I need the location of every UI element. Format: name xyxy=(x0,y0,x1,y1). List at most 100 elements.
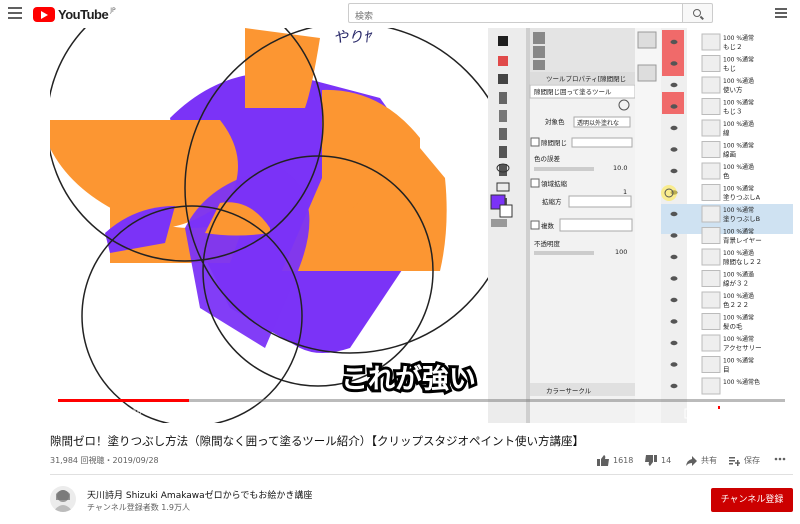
progress-fill xyxy=(58,399,189,402)
theater-mode-icon[interactable] xyxy=(750,406,764,420)
logo-text: YouTube xyxy=(58,6,109,22)
eye-icon xyxy=(670,211,678,217)
subtitles-icon[interactable] xyxy=(684,406,698,420)
layer-thumbnail xyxy=(701,98,721,115)
layer-name: 線画 xyxy=(723,150,736,159)
layer-thumbnail xyxy=(701,119,721,137)
layer-thumbnail xyxy=(701,291,721,309)
scale-method-label: 拡縮方 xyxy=(542,197,562,206)
next-icon[interactable] xyxy=(88,406,100,420)
eye-icon xyxy=(670,297,678,303)
layer-thumbnail xyxy=(701,313,721,330)
like-button[interactable]: 1618 xyxy=(597,455,633,466)
layer-mode: 100 %通常色 xyxy=(723,378,760,386)
layer-mode: 100 %通常 xyxy=(723,99,754,107)
eye-icon xyxy=(670,104,678,109)
thumb-down-icon xyxy=(645,455,657,466)
search-button[interactable] xyxy=(683,3,713,23)
layer-mode: 100 %通常 xyxy=(723,34,754,42)
layer-thumbnail xyxy=(701,205,721,223)
layer-thumbnail xyxy=(701,356,721,373)
eye-icon xyxy=(670,82,678,88)
video-frame: やりﾔ ツールプロパティ[隙間閉じ 隙間閉じ囲って塗るツール 対象色 透明以外塗… xyxy=(50,28,793,423)
layer-name: もじ xyxy=(723,65,736,73)
layer-name: 背景レイヤー xyxy=(723,236,762,245)
channel-avatar[interactable] xyxy=(50,486,76,512)
opacity-value: 100 xyxy=(615,248,627,256)
like-count: 1618 xyxy=(613,456,634,465)
target-color-label: 対象色 xyxy=(545,117,565,126)
search-icon xyxy=(693,9,701,17)
share-label: 共有 xyxy=(701,456,717,465)
layer-name: 塗りつぶしA xyxy=(723,193,761,202)
youtube-logo[interactable]: YouTube JP xyxy=(33,5,116,23)
layer-mode: 100 %通常 xyxy=(723,228,754,236)
volume-icon[interactable] xyxy=(108,406,122,420)
multi-label: 複数 xyxy=(541,221,555,230)
color-circle-tab: カラーサークル xyxy=(546,387,592,395)
dislike-button[interactable]: 14 xyxy=(645,455,671,466)
eye-icon xyxy=(670,147,678,152)
layer-name: アクセサリー xyxy=(723,344,762,352)
layer-thumbnail xyxy=(701,227,721,244)
play-icon[interactable] xyxy=(64,406,76,420)
dislike-count: 14 xyxy=(661,456,672,465)
share-button[interactable]: 共有 xyxy=(686,455,717,466)
layer-mode: 100 %通過 xyxy=(723,120,754,128)
layer-thumbnail xyxy=(701,33,721,51)
thumb-up-icon xyxy=(597,455,609,466)
player-controls: 2:16 / 12:21 xyxy=(50,398,793,423)
eye-icon xyxy=(670,383,678,389)
tool-name: 隙間閉じ囲って塗るツール xyxy=(534,87,612,96)
search-box[interactable] xyxy=(348,3,683,26)
layer-mode: 100 %通常 xyxy=(723,335,754,343)
layer-mode: 100 %通常 xyxy=(723,185,754,193)
layer-mode: 100 %通常 xyxy=(723,56,754,64)
layer-thumbnail xyxy=(701,334,721,352)
fullscreen-icon[interactable] xyxy=(772,406,786,420)
settings-icon[interactable] xyxy=(706,406,720,420)
save-label: 保存 xyxy=(744,456,760,465)
miniplayer-icon[interactable] xyxy=(728,406,742,420)
video-player[interactable]: やりﾔ ツールプロパティ[隙間閉じ 隙間閉じ囲って塗るツール 対象色 透明以外塗… xyxy=(50,28,793,423)
layer-name: 色２２２ xyxy=(723,300,749,309)
channel-name[interactable]: 天川詩月 Shizuki Amakawaゼロからでもお絵かき講座 xyxy=(87,488,312,501)
layer-name: 色 xyxy=(723,171,730,180)
layer-mode: 100 %通常 xyxy=(723,142,754,150)
layer-name: 隙間なし２２ xyxy=(723,257,762,266)
color-margin-label: 色の誤差 xyxy=(534,154,561,163)
layer-mode: 100 %通常 xyxy=(723,357,754,365)
more-actions-icon[interactable] xyxy=(774,457,786,461)
area-scale-value: 1 xyxy=(623,188,627,196)
progress-bar[interactable] xyxy=(58,399,785,402)
playlist-add-icon xyxy=(729,456,740,466)
layer-mode: 100 %通過 xyxy=(723,271,754,279)
layer-name: もじ２ xyxy=(723,43,743,51)
layer-name: 目 xyxy=(723,366,730,374)
layer-name: もじ３ xyxy=(723,108,743,116)
layer-mode: 100 %通過 xyxy=(723,77,754,85)
layer-thumbnail xyxy=(701,162,721,180)
layer-mode: 100 %通常 xyxy=(723,314,754,322)
opacity-label: 不透明度 xyxy=(534,239,561,248)
subscribe-button[interactable]: チャンネル登録 xyxy=(711,488,793,512)
layer-thumbnail xyxy=(701,76,721,94)
settings-menu-icon[interactable] xyxy=(775,8,787,18)
layer-mode: 100 %通過 xyxy=(723,292,754,300)
layer-thumbnail xyxy=(701,141,721,158)
search-input[interactable] xyxy=(349,8,682,26)
layer-name: 髪の毛 xyxy=(723,322,743,331)
layer-thumbnail xyxy=(701,55,721,72)
layer-thumbnail xyxy=(701,377,721,395)
caption-text: これが強い xyxy=(341,363,476,395)
color-margin-value: 10.0 xyxy=(613,164,627,172)
divider xyxy=(50,474,793,475)
save-button[interactable]: 保存 xyxy=(729,455,760,466)
tool-property-tab: ツールプロパティ[隙間閉じ xyxy=(546,74,626,83)
guide-menu-icon[interactable] xyxy=(8,7,22,19)
subscriber-count: チャンネル登録者数 1.9万人 xyxy=(87,503,191,512)
layer-thumbnail xyxy=(701,184,721,201)
layer-name: 線が３２ xyxy=(723,279,749,288)
time-display: 2:16 / 12:21 xyxy=(126,407,169,416)
masthead: YouTube JP xyxy=(0,0,800,28)
